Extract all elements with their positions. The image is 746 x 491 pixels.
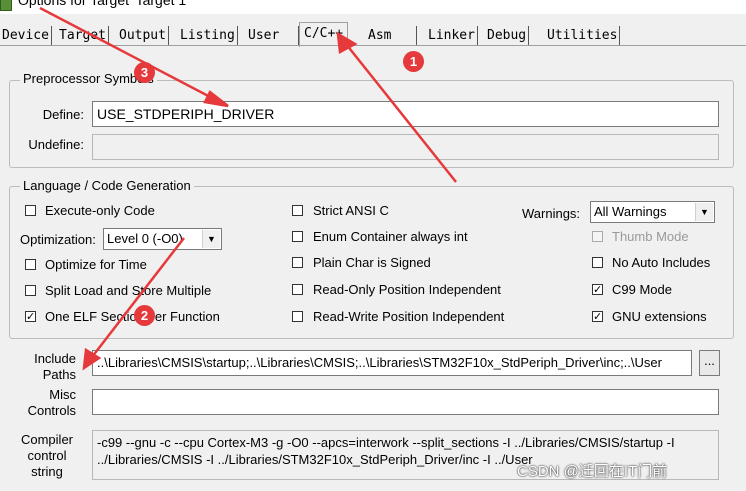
annotation-badge-2: 2: [134, 305, 155, 326]
arrow-to-define: [39, 6, 217, 102]
annotation-badge-1: 1: [403, 51, 424, 72]
watermark: CSDN @迁回在IT门前: [517, 463, 668, 480]
arrow-to-include: [91, 237, 185, 358]
arrow-to-cpp-tab: [345, 43, 457, 183]
annotation-badge-3: 3: [134, 62, 155, 83]
arrow-head-3: [203, 90, 229, 108]
annotation-arrows: [39, 6, 457, 371]
arrow-head-1: [336, 31, 358, 54]
